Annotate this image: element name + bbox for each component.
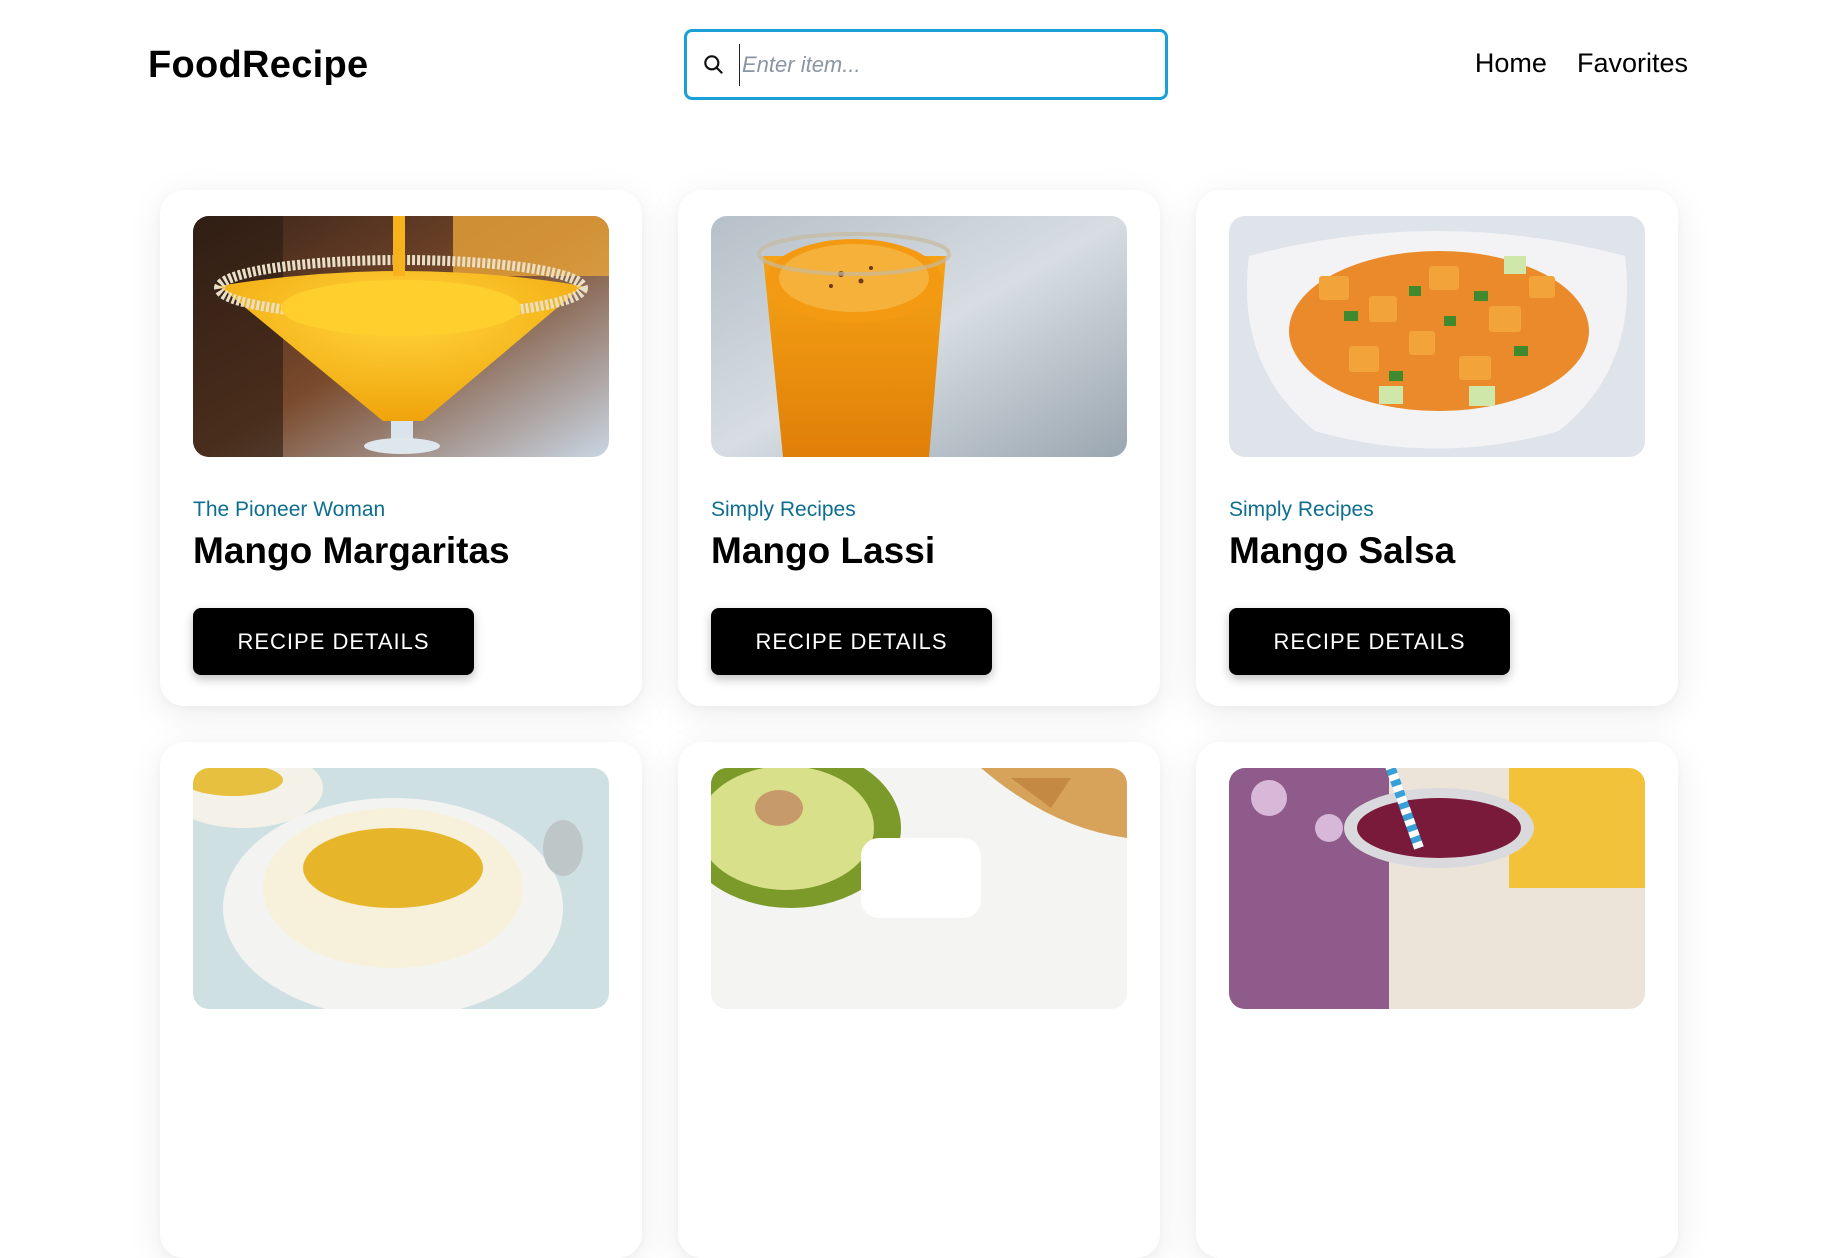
recipe-image[interactable] bbox=[1229, 768, 1645, 1009]
recipe-image[interactable] bbox=[711, 768, 1127, 1009]
recipe-card: Simply Recipes Mango Lassi RECIPE DETAIL… bbox=[678, 190, 1160, 706]
recipe-title: Mango Lassi bbox=[711, 530, 936, 571]
recipe-card bbox=[1196, 742, 1678, 1258]
recipe-title: Mango Salsa bbox=[1229, 530, 1456, 571]
recipe-publisher: The Pioneer Woman bbox=[193, 498, 386, 521]
search-icon bbox=[704, 55, 723, 74]
recipe-details-button[interactable]: RECIPE DETAILS bbox=[1229, 608, 1510, 675]
recipe-card bbox=[678, 742, 1160, 1258]
recipe-grid: The Pioneer Woman Mango Margaritas RECIP… bbox=[160, 190, 1680, 1258]
main-nav: Home Favorites bbox=[1475, 48, 1688, 79]
recipe-card: Simply Recipes Mango Salsa RECIPE DETAIL… bbox=[1196, 190, 1678, 706]
recipe-details-button[interactable]: RECIPE DETAILS bbox=[193, 608, 474, 675]
recipe-image[interactable] bbox=[193, 768, 609, 1009]
recipe-image-mango-salsa[interactable] bbox=[1229, 216, 1645, 457]
nav-home-link[interactable]: Home bbox=[1475, 48, 1547, 79]
recipe-publisher: Simply Recipes bbox=[711, 498, 856, 521]
recipe-details-button[interactable]: RECIPE DETAILS bbox=[711, 608, 992, 675]
nav-favorites-link[interactable]: Favorites bbox=[1577, 48, 1688, 79]
recipe-card: The Pioneer Woman Mango Margaritas RECIP… bbox=[160, 190, 642, 706]
header: FoodRecipe Home Favorites bbox=[0, 0, 1836, 130]
logo[interactable]: FoodRecipe bbox=[148, 44, 368, 87]
recipe-title: Mango Margaritas bbox=[193, 530, 510, 571]
search-box[interactable] bbox=[684, 29, 1168, 100]
recipe-card bbox=[160, 742, 642, 1258]
recipe-publisher: Simply Recipes bbox=[1229, 498, 1374, 521]
search-input[interactable] bbox=[739, 44, 1139, 86]
recipe-image-mango-lassi[interactable] bbox=[711, 216, 1127, 457]
recipe-image-mango-margaritas[interactable] bbox=[193, 216, 609, 457]
